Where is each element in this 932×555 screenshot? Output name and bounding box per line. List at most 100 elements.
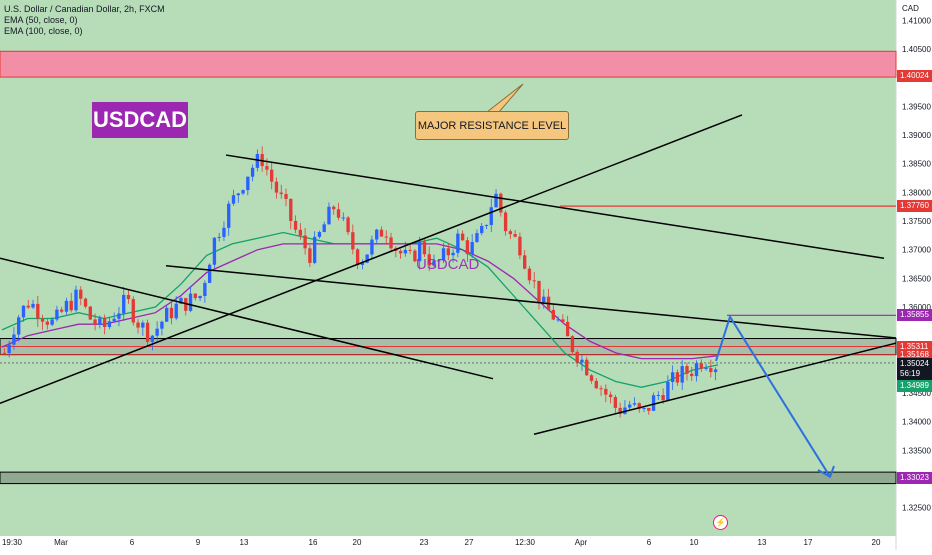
- symbol-badge: USDCAD: [92, 102, 188, 138]
- candle-body: [670, 372, 675, 383]
- x-axis-tick-label: 12:30: [515, 538, 536, 547]
- candle-body: [389, 237, 393, 249]
- candle-body: [628, 404, 632, 408]
- candle-body: [403, 249, 408, 254]
- candle-body: [551, 309, 555, 320]
- candle-body: [12, 334, 16, 345]
- candle-body: [145, 322, 150, 342]
- candle-body: [241, 190, 245, 194]
- candle-body: [255, 154, 260, 168]
- candle-body: [150, 335, 155, 342]
- candle-body: [112, 318, 116, 322]
- candle-body: [122, 294, 126, 314]
- x-axis-tick-label: 27: [465, 538, 474, 547]
- symbol-watermark: USDCAD: [416, 256, 480, 273]
- x-axis-tick-label: 23: [420, 538, 429, 547]
- candle-body: [351, 232, 355, 250]
- candle-body: [384, 236, 388, 238]
- candle-body: [494, 193, 498, 208]
- y-axis-tick-label: 1.39500: [902, 102, 931, 111]
- candle-body: [279, 192, 283, 195]
- candle-body: [375, 229, 379, 240]
- candle-body: [102, 318, 107, 328]
- legend-symbol: U.S. Dollar / Canadian Dollar, 2h, FXCM: [4, 4, 165, 14]
- major-resistance-zone: [0, 50, 897, 78]
- candle-body: [475, 233, 479, 243]
- candle-body: [141, 322, 145, 328]
- candle-body: [203, 282, 207, 296]
- candle-body: [556, 319, 560, 321]
- candle-body: [274, 181, 279, 193]
- candle-body: [527, 268, 532, 281]
- candle-body: [136, 322, 140, 328]
- candle-body: [17, 317, 21, 335]
- candle-body: [594, 380, 598, 389]
- candle-body: [680, 366, 684, 383]
- candle-body: [661, 395, 665, 401]
- candle-body: [298, 229, 303, 236]
- candle-body: [685, 366, 689, 374]
- candle-body: [699, 363, 703, 369]
- y-axis-tick-label: 1.32500: [902, 504, 931, 513]
- candle-body: [379, 229, 384, 237]
- candle-body: [336, 209, 341, 218]
- price-chart: 1.41000 1.40500 1.39500 1.39000 1.38500 1.380…: [0, 0, 932, 550]
- candle-body: [212, 237, 217, 265]
- candle-body: [580, 359, 584, 363]
- candle-body: [532, 280, 536, 282]
- price-tag: 1.35855: [897, 309, 932, 322]
- candle-body: [608, 394, 613, 398]
- candle-body: [470, 242, 474, 255]
- lightning-icon[interactable]: ⚡: [713, 515, 728, 530]
- candle-body: [709, 368, 713, 373]
- candle-body: [604, 388, 608, 395]
- resistance-callout[interactable]: MAJOR RESISTANCE LEVEL: [415, 111, 569, 140]
- candle-body: [632, 403, 637, 405]
- candle-body: [704, 368, 708, 370]
- candle-body: [523, 255, 527, 269]
- candle-body: [327, 206, 331, 225]
- candle-body: [508, 231, 513, 235]
- candle-body: [98, 318, 102, 325]
- candle-body: [165, 307, 169, 322]
- candle-body: [312, 236, 317, 263]
- candle-body: [93, 319, 97, 325]
- chart-legend: U.S. Dollar / Canadian Dollar, 2h, FXCM …: [4, 4, 165, 37]
- candle-body: [451, 252, 455, 256]
- candle-body: [570, 336, 575, 353]
- candle-body: [207, 264, 212, 283]
- candle-body: [346, 217, 350, 233]
- x-axis-tick-label: 20: [872, 538, 881, 547]
- x-axis-tick-label: 6: [647, 538, 652, 547]
- candle-body: [36, 303, 40, 319]
- candle-body: [21, 305, 26, 318]
- chart-area: 1.41000 1.40500 1.39500 1.39000 1.38500 1.380…: [0, 0, 932, 550]
- candle-body: [585, 359, 589, 376]
- candle-body: [465, 240, 470, 255]
- candle-body: [713, 369, 718, 373]
- candle-body: [398, 250, 403, 254]
- candle-body: [40, 318, 45, 322]
- candle-body: [666, 382, 670, 401]
- x-axis-tick-label: 19:30: [2, 538, 23, 547]
- candle-body: [45, 321, 50, 325]
- target-support-zone: [0, 471, 897, 485]
- candle-body: [160, 321, 164, 329]
- candle-body: [675, 372, 680, 383]
- candle-body: [79, 289, 83, 299]
- candle-body: [656, 395, 661, 397]
- y-axis-tick-label: 1.34000: [902, 418, 931, 427]
- countdown-tag: 56:19: [897, 367, 932, 380]
- y-axis-tick-label: 1.37000: [902, 246, 931, 255]
- candle-body: [265, 166, 269, 170]
- candle-body: [561, 319, 565, 322]
- candle-body: [503, 212, 508, 232]
- y-axis-tick-label: 1.38500: [902, 160, 931, 169]
- candle-body: [250, 167, 255, 177]
- candle-body: [308, 248, 312, 263]
- candle-body: [193, 293, 197, 299]
- candle-body: [59, 309, 64, 312]
- candle-body: [55, 309, 59, 320]
- candle-body: [446, 248, 450, 256]
- candle-body: [647, 408, 651, 411]
